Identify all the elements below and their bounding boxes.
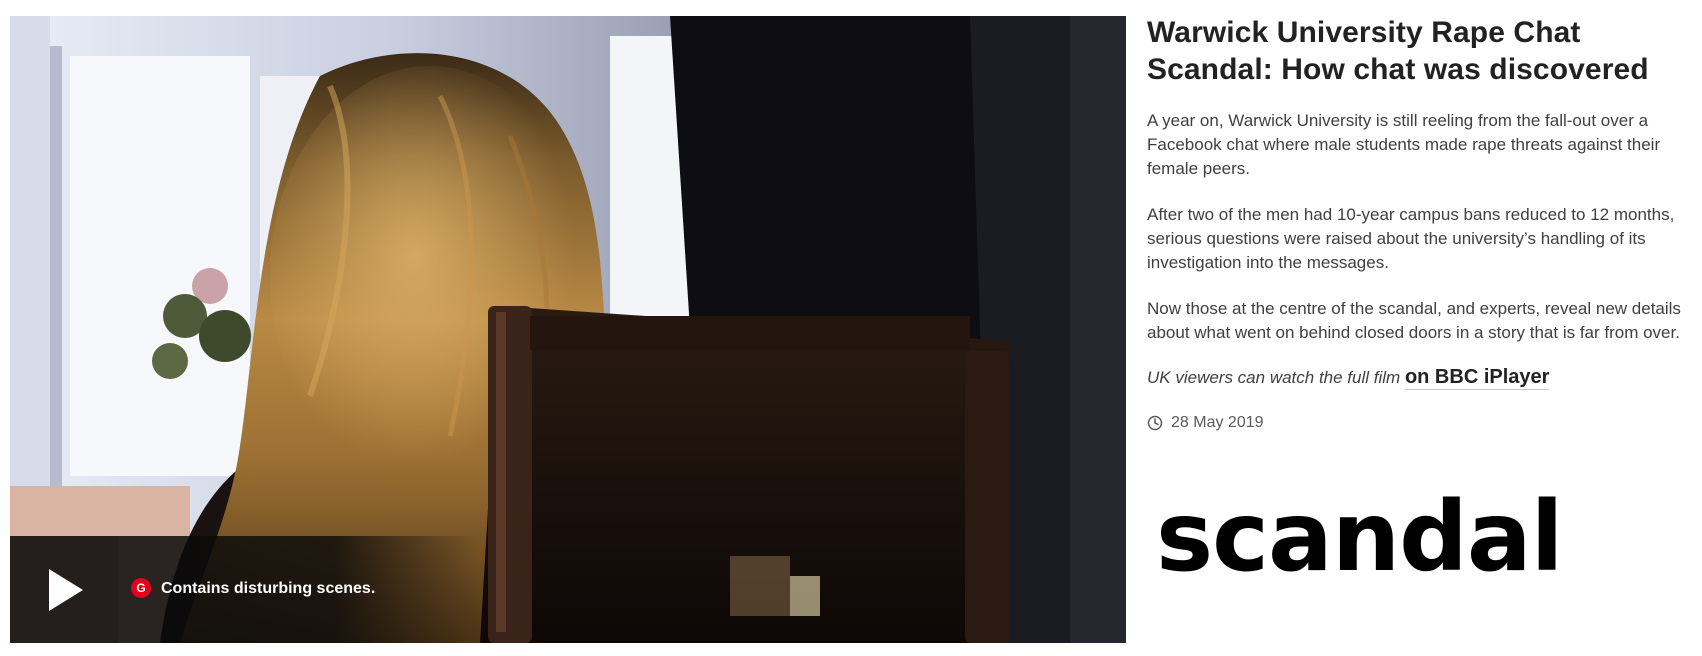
publish-date-text: 28 May 2019	[1171, 414, 1264, 431]
video-player[interactable]: G Contains disturbing scenes.	[10, 16, 1126, 643]
summary-paragraph: Now those at the centre of the scandal, …	[1147, 299, 1681, 342]
article-headline: Warwick University Rape Chat Scandal: Ho…	[1147, 16, 1649, 86]
article-summary: Warwick University Rape Chat Scandal: Ho…	[1147, 14, 1695, 432]
clock-icon	[1147, 415, 1163, 431]
summary-paragraph: After two of the men had 10-year campus …	[1147, 205, 1675, 272]
iplayer-link[interactable]: on BBC iPlayer	[1404, 366, 1550, 390]
iplayer-prefix: UK viewers can watch the full film	[1147, 368, 1401, 387]
overlay-keyword: scandal	[1156, 481, 1564, 593]
iplayer-promo: UK viewers can watch the full film on BB…	[1147, 365, 1695, 390]
play-icon	[49, 569, 83, 611]
summary-body: A year on, Warwick University is still r…	[1147, 109, 1695, 345]
guidance-text: Contains disturbing scenes.	[161, 580, 376, 597]
summary-paragraph: A year on, Warwick University is still r…	[1147, 111, 1661, 178]
guidance-warning: G Contains disturbing scenes.	[118, 536, 478, 643]
guidance-badge: G	[131, 578, 151, 598]
play-button[interactable]	[10, 536, 118, 643]
publish-date: 28 May 2019	[1147, 414, 1695, 432]
